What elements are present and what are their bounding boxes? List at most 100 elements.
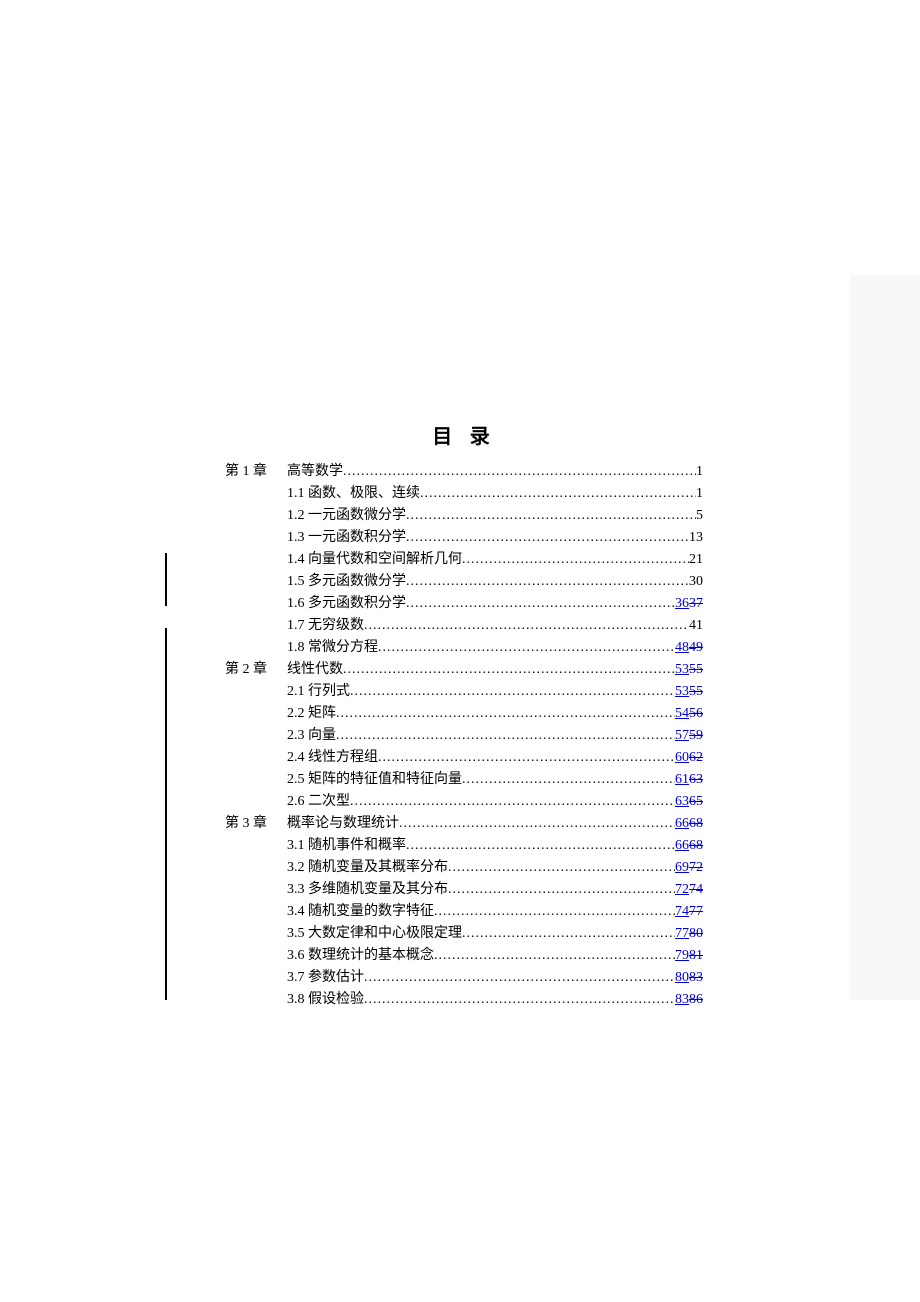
- toc-page-number: 6668: [675, 835, 703, 857]
- toc-page-number: 5355: [675, 659, 703, 681]
- toc-page-number: 7477: [675, 901, 703, 923]
- rev-inserted: 66: [675, 838, 689, 853]
- toc-leader: [350, 681, 675, 703]
- rev-deleted: 86: [689, 992, 703, 1007]
- toc-page: 目 录 第 1 章高等数学11.1 函数、极限、连续11.2 一元函数微分学51…: [225, 420, 703, 1011]
- toc-section-entry: 2.6 二次型6365: [225, 791, 703, 813]
- toc-leader: [336, 725, 675, 747]
- toc-chapter-label: 第 1 章: [225, 461, 287, 483]
- toc-section-title: 1.6 多元函数积分学: [287, 593, 406, 615]
- toc-leader: [462, 923, 675, 945]
- rev-deleted: 74: [689, 882, 703, 897]
- toc-page-number: 5: [696, 505, 703, 527]
- toc-leader: [378, 747, 675, 769]
- toc-section-entry: 1.4 向量代数和空间解析几何21: [225, 549, 703, 571]
- rev-deleted: 72: [689, 860, 703, 875]
- toc-leader: [462, 549, 689, 571]
- toc-leader: [399, 813, 675, 835]
- toc-page-number: 5355: [675, 681, 703, 703]
- rev-inserted: 48: [675, 640, 689, 655]
- rev-deleted: 83: [689, 970, 703, 985]
- toc-leader: [406, 571, 689, 593]
- toc-section-title: 3.2 随机变量及其概率分布: [287, 857, 448, 879]
- toc-page-number: 6668: [675, 813, 703, 835]
- rev-deleted: 37: [689, 596, 703, 611]
- toc-section-title: 1.8 常微分方程: [287, 637, 378, 659]
- toc-page-number: 7274: [675, 879, 703, 901]
- rev-inserted: 66: [675, 816, 689, 831]
- comment-pane-bg: [850, 275, 920, 1000]
- toc-chapter-label: 第 3 章: [225, 813, 287, 835]
- toc-leader: [364, 989, 675, 1011]
- toc-section-title: 3.3 多维随机变量及其分布: [287, 879, 448, 901]
- toc-section-entry: 1.2 一元函数微分学5: [225, 505, 703, 527]
- rev-deleted: 55: [689, 662, 703, 677]
- toc-section-entry: 1.7 无穷级数41: [225, 615, 703, 637]
- toc-section-entry: 3.6 数理统计的基本概念 7981: [225, 945, 703, 967]
- rev-inserted: 60: [675, 750, 689, 765]
- toc-section-title: 3.5 大数定律和中心极限定理: [287, 923, 462, 945]
- rev-inserted: 83: [675, 992, 689, 1007]
- toc-leader: [406, 835, 675, 857]
- rev-inserted: 61: [675, 772, 689, 787]
- toc-section-entry: 2.5 矩阵的特征值和特征向量 6163: [225, 769, 703, 791]
- rev-inserted: 53: [675, 662, 689, 677]
- toc-leader: [406, 593, 675, 615]
- rev-deleted: 56: [689, 706, 703, 721]
- toc-section-title: 1.7 无穷级数: [287, 615, 364, 637]
- toc-page-number: 5456: [675, 703, 703, 725]
- toc-section-title: 2.3 向量: [287, 725, 336, 747]
- toc-leader: [448, 879, 675, 901]
- rev-deleted: 68: [689, 838, 703, 853]
- toc-section-title: 3.1 随机事件和概率: [287, 835, 406, 857]
- toc-leader: [420, 483, 696, 505]
- rev-inserted: 53: [675, 684, 689, 699]
- toc-section-title: 3.8 假设检验: [287, 989, 364, 1011]
- toc-section-entry: 1.5 多元函数微分学30: [225, 571, 703, 593]
- toc-section-entry: 1.1 函数、极限、连续1: [225, 483, 703, 505]
- toc-section-entry: 1.6 多元函数积分学 3637: [225, 593, 703, 615]
- toc-section-title: 1.1 函数、极限、连续: [287, 483, 420, 505]
- toc-chapter-entry: 第 3 章概率论与数理统计 6668: [225, 813, 703, 835]
- toc-chapter-entry: 第 1 章高等数学 1: [225, 461, 703, 483]
- change-bar: [165, 553, 167, 606]
- toc-page-number: 6062: [675, 747, 703, 769]
- rev-deleted: 62: [689, 750, 703, 765]
- toc-page-number: 7981: [675, 945, 703, 967]
- toc-leader: [434, 901, 675, 923]
- toc-leader: [336, 703, 675, 725]
- toc-page-number: 6972: [675, 857, 703, 879]
- rev-deleted: 49: [689, 640, 703, 655]
- toc-leader: [378, 637, 675, 659]
- toc-section-title: 2.6 二次型: [287, 791, 350, 813]
- rev-deleted: 63: [689, 772, 703, 787]
- toc-page-number: 8083: [675, 967, 703, 989]
- toc-section-title: 3.4 随机变量的数字特征: [287, 901, 434, 923]
- toc-leader: [406, 505, 696, 527]
- rev-deleted: 59: [689, 728, 703, 743]
- toc-section-entry: 1.3 一元函数积分学13: [225, 527, 703, 549]
- toc-section-entry: 3.5 大数定律和中心极限定理7780: [225, 923, 703, 945]
- toc-chapter-title: 高等数学: [287, 461, 343, 483]
- rev-inserted: 69: [675, 860, 689, 875]
- toc-leader: [406, 527, 689, 549]
- rev-inserted: 36: [675, 596, 689, 611]
- toc-chapter-title: 概率论与数理统计: [287, 813, 399, 835]
- toc-chapter-label: 第 2 章: [225, 659, 287, 681]
- rev-inserted: 72: [675, 882, 689, 897]
- toc-page-number: 6163: [675, 769, 703, 791]
- toc-section-title: 1.3 一元函数积分学: [287, 527, 406, 549]
- toc-page-number: 1: [696, 461, 703, 483]
- toc-section-entry: 3.1 随机事件和概率 6668: [225, 835, 703, 857]
- toc-section-title: 2.5 矩阵的特征值和特征向量: [287, 769, 462, 791]
- rev-inserted: 63: [675, 794, 689, 809]
- toc-section-title: 3.7 参数估计: [287, 967, 364, 989]
- toc-leader: [448, 857, 675, 879]
- toc-section-entry: 3.4 随机变量的数字特征 7477: [225, 901, 703, 923]
- rev-inserted: 79: [675, 948, 689, 963]
- toc-leader: [434, 945, 675, 967]
- toc-page-number: 5759: [675, 725, 703, 747]
- rev-inserted: 80: [675, 970, 689, 985]
- toc-section-title: 3.6 数理统计的基本概念: [287, 945, 434, 967]
- toc-leader: [364, 967, 675, 989]
